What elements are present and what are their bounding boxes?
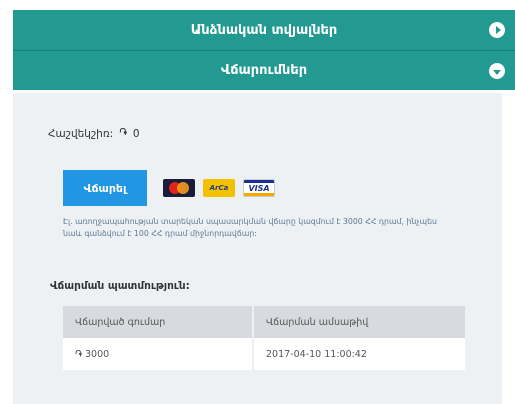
- table-row: ֏ 3000 2017-04-10 11:00:42: [63, 338, 465, 370]
- amount-cell: ֏ 3000: [63, 338, 253, 370]
- dram-currency-icon: ֏: [75, 348, 82, 360]
- chevron-down-icon[interactable]: [489, 63, 505, 79]
- personal-data-section-header[interactable]: Անձնական տվյալներ: [13, 10, 515, 50]
- payment-history-table: Վճարված գումար Վճարման ամսաթիվ ֏ 3000 20…: [63, 306, 465, 370]
- payment-actions: Վճարել ArCa VISA: [63, 170, 275, 206]
- pay-button[interactable]: Վճարել: [63, 170, 147, 206]
- balance: Հաշվեկշիռ: ֏ 0: [48, 127, 140, 140]
- payments-title: Վճարումներ: [220, 63, 308, 78]
- payments-section-header[interactable]: Վճարումներ: [13, 50, 515, 90]
- dram-currency-icon: ֏: [119, 127, 127, 139]
- chevron-right-icon[interactable]: [489, 22, 505, 38]
- arca-card-icon: ArCa: [203, 179, 235, 197]
- balance-label: Հաշվեկշիռ:: [48, 127, 114, 140]
- personal-data-title: Անձնական տվյալներ: [190, 22, 338, 38]
- accepted-cards: ArCa VISA: [163, 179, 275, 197]
- mastercard-icon: [163, 179, 195, 197]
- visa-card-text: VISA: [248, 183, 270, 193]
- date-cell: 2017-04-10 11:00:42: [252, 338, 465, 370]
- paid-amount: 3000: [85, 348, 110, 360]
- balance-amount: 0: [132, 127, 140, 140]
- visa-card-icon: VISA: [243, 179, 275, 197]
- payment-history-title: Վճարման պատմություն:: [50, 280, 190, 292]
- payment-note: Էլ. առողջապահության տարեկան սպասարկման վ…: [63, 217, 437, 238]
- table-header-row: Վճարված գումար Վճարման ամսաթիվ: [63, 306, 465, 338]
- column-header-date: Վճարման ամսաթիվ: [252, 306, 465, 338]
- column-header-amount: Վճարված գումար: [63, 306, 253, 338]
- accordion: Անձնական տվյալներ Վճարումներ: [13, 10, 515, 90]
